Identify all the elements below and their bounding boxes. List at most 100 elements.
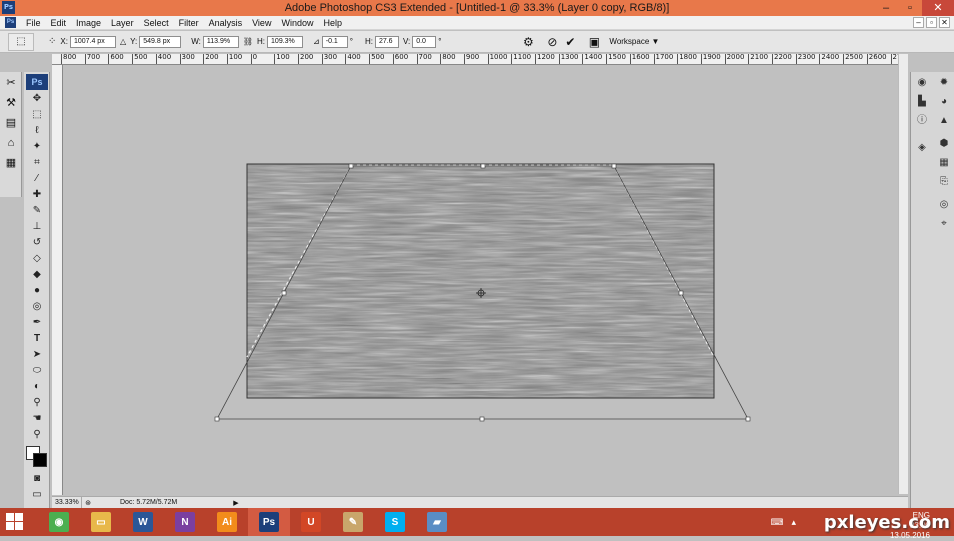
taskbar-word-icon[interactable]: W: [122, 508, 164, 536]
transform-handle-top-mid[interactable]: [480, 163, 486, 169]
angle-input[interactable]: -0.1: [321, 35, 348, 48]
minimize-button[interactable]: –: [874, 0, 898, 16]
taskbar-photos-icon[interactable]: ▰: [416, 508, 458, 536]
close-button[interactable]: ✕: [922, 0, 954, 16]
navigator-panel-icon[interactable]: ◉: [913, 74, 931, 91]
transform-tool-preset-icon[interactable]: ⬚: [8, 32, 34, 51]
windows-start-icon[interactable]: [6, 513, 24, 531]
maximize-button[interactable]: ▫: [898, 0, 922, 16]
pen-tool-icon[interactable]: ✒: [27, 316, 47, 330]
transform-handle-bottom-right[interactable]: [745, 416, 751, 422]
photoshop-badge[interactable]: Ps: [26, 74, 48, 90]
clone-source-panel-icon[interactable]: ▤: [2, 114, 20, 132]
tool-presets-panel-icon[interactable]: ⚒: [2, 94, 20, 112]
shape-tool-icon[interactable]: ⬭: [27, 364, 47, 378]
actions-panel-icon[interactable]: ◎: [935, 196, 953, 213]
link-icon[interactable]: ⛓: [243, 37, 253, 46]
bridge-icon[interactable]: ▣: [587, 35, 601, 49]
hskew-input[interactable]: 27.6: [374, 35, 399, 48]
eraser-tool-icon[interactable]: ◇: [27, 252, 47, 266]
doc-close-icon[interactable]: ✕: [939, 17, 950, 28]
document-icon[interactable]: Ps: [5, 17, 16, 28]
healing-brush-tool-icon[interactable]: ✚: [27, 188, 47, 202]
histogram-panel-icon[interactable]: ▙: [913, 93, 931, 110]
transform-handle-bottom-left[interactable]: [214, 416, 220, 422]
color-panel-icon[interactable]: ✹: [935, 74, 953, 91]
layers-panel-icon[interactable]: ◈: [913, 139, 931, 156]
crop-tool-icon[interactable]: ⌗: [27, 156, 47, 170]
menu-file[interactable]: File: [21, 17, 46, 29]
y-input[interactable]: 549.8 px: [139, 35, 182, 48]
zoom-level-field[interactable]: 33.33%: [52, 496, 82, 509]
screen-mode-icon[interactable]: ▭: [27, 488, 47, 502]
taskbar-onenote-icon[interactable]: N: [164, 508, 206, 536]
path-selection-tool-icon[interactable]: ➤: [27, 348, 47, 362]
x-input[interactable]: 1007.4 px: [69, 35, 116, 48]
menu-window[interactable]: Window: [276, 17, 318, 29]
vertical-scrollbar[interactable]: [898, 54, 908, 494]
keyboard-icon[interactable]: ⌨: [770, 517, 783, 528]
tool-presets-icon[interactable]: ⌖: [935, 215, 953, 232]
hand-tool-icon[interactable]: ☚: [27, 412, 47, 426]
color-swatches[interactable]: [26, 446, 48, 468]
menu-view[interactable]: View: [247, 17, 276, 29]
h-input[interactable]: 109.3%: [267, 35, 304, 48]
tray-expand-icon[interactable]: ▴: [791, 517, 796, 528]
transform-handle-top-left[interactable]: [348, 163, 354, 169]
workspace-menu[interactable]: Workspace ▼: [609, 37, 659, 46]
taskbar-photoshop-icon[interactable]: Ps: [248, 508, 290, 536]
menu-layer[interactable]: Layer: [106, 17, 139, 29]
menu-filter[interactable]: Filter: [174, 17, 204, 29]
paths-panel-icon[interactable]: ▦: [935, 154, 953, 171]
move-tool-icon[interactable]: ✥: [27, 92, 47, 106]
swatches-panel-icon[interactable]: ◕: [935, 93, 953, 110]
styles-panel-icon[interactable]: ▲: [935, 112, 953, 129]
globe-icon[interactable]: ⊛: [82, 499, 94, 507]
info-panel-icon[interactable]: ⓘ: [913, 112, 931, 129]
eyedropper-tool-icon[interactable]: ⚲: [27, 396, 47, 410]
history-panel-icon[interactable]: ⎘: [935, 173, 953, 190]
quick-mask-icon[interactable]: ◙: [27, 472, 47, 486]
menu-analysis[interactable]: Analysis: [204, 17, 248, 29]
channels-panel-icon[interactable]: ⬢: [935, 135, 953, 152]
history-brush-tool-icon[interactable]: ↺: [27, 236, 47, 250]
transform-handle-mid-left[interactable]: [281, 290, 287, 296]
transform-handle-bottom-mid[interactable]: [479, 416, 485, 422]
marquee-tool-icon[interactable]: ⬚: [27, 108, 47, 122]
warp-mode-icon[interactable]: ⚙: [521, 35, 535, 49]
taskbar-skype-icon[interactable]: S: [374, 508, 416, 536]
zoom-tool-icon[interactable]: ⚲: [27, 428, 47, 442]
doc-minimize-icon[interactable]: –: [913, 17, 924, 28]
reference-point-icon[interactable]: ⁘: [48, 36, 56, 47]
taskbar-office-icon[interactable]: U: [290, 508, 332, 536]
clone-stamp-tool-icon[interactable]: ⊥: [27, 220, 47, 234]
cancel-transform-icon[interactable]: ⊘: [545, 35, 559, 49]
brushes-panel-icon[interactable]: ✂: [2, 74, 20, 92]
document-canvas[interactable]: [63, 65, 908, 495]
taskbar-paint-icon[interactable]: ✎: [332, 508, 374, 536]
menu-select[interactable]: Select: [139, 17, 174, 29]
dodge-tool-icon[interactable]: ◎: [27, 300, 47, 314]
commit-transform-icon[interactable]: ✔: [563, 35, 577, 49]
doc-restore-icon[interactable]: ▫: [926, 17, 937, 28]
3d-rotate-tool-icon[interactable]: ◐: [27, 380, 47, 394]
transform-handle-top-right[interactable]: [611, 163, 617, 169]
canvas-workspace[interactable]: [63, 65, 908, 495]
status-menu-arrow-icon[interactable]: ▶: [233, 499, 238, 507]
background-color-swatch[interactable]: [33, 453, 47, 467]
menu-image[interactable]: Image: [71, 17, 106, 29]
relative-delta-icon[interactable]: △: [120, 37, 126, 46]
slice-tool-icon[interactable]: ⁄: [27, 172, 47, 186]
notes-panel-icon[interactable]: ▦: [2, 154, 20, 172]
transform-handle-mid-right[interactable]: [678, 290, 684, 296]
lasso-tool-icon[interactable]: ℓ: [27, 124, 47, 138]
w-input[interactable]: 113.9%: [202, 35, 239, 48]
layer-comps-panel-icon[interactable]: ⌂: [2, 134, 20, 152]
type-tool-icon[interactable]: T: [27, 332, 47, 346]
brush-tool-icon[interactable]: ✎: [27, 204, 47, 218]
taskbar-explorer-icon[interactable]: ▭: [80, 508, 122, 536]
menu-help[interactable]: Help: [318, 17, 347, 29]
taskbar-chrome-icon[interactable]: ◉: [38, 508, 80, 536]
menu-edit[interactable]: Edit: [46, 17, 72, 29]
blur-tool-icon[interactable]: ●: [27, 284, 47, 298]
